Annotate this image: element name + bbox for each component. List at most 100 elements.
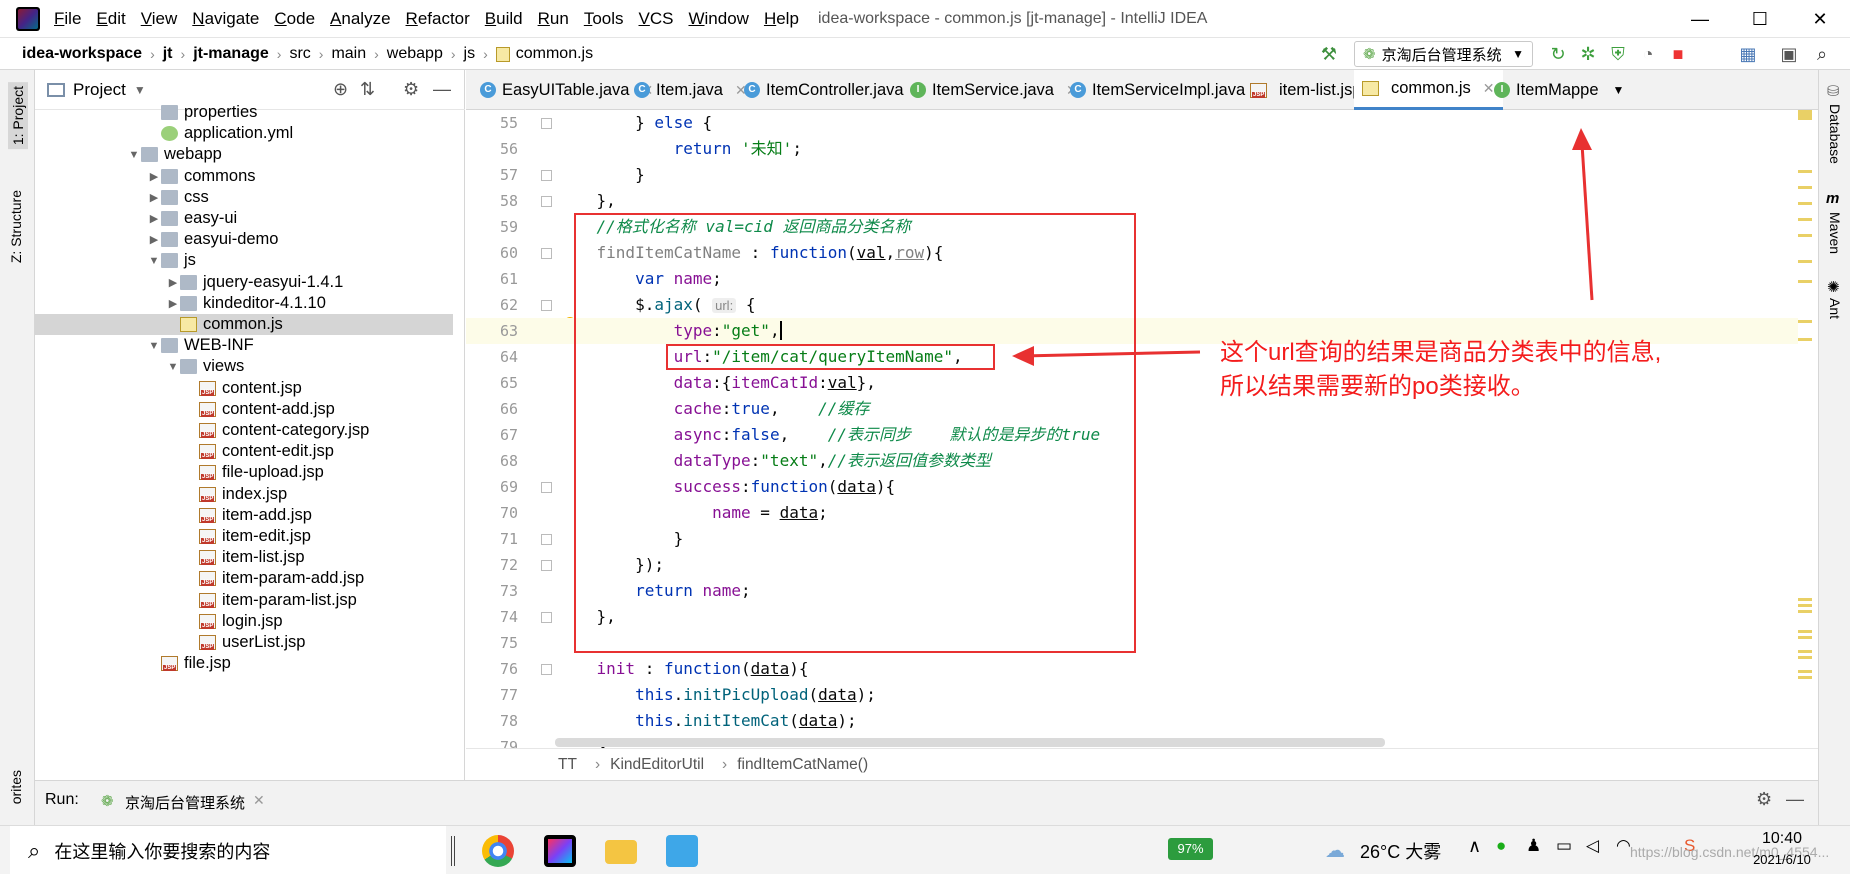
- warning-stripe-mark[interactable]: [1798, 338, 1812, 341]
- profile-icon[interactable]: ◔: [1637, 43, 1659, 65]
- menu-item-file[interactable]: File: [54, 9, 81, 29]
- gear-icon[interactable]: ⚙: [403, 79, 419, 100]
- tree-item[interactable]: content-category.jsp: [35, 420, 453, 441]
- menu-item-vcs[interactable]: VCS: [639, 9, 674, 29]
- warning-stripe-mark[interactable]: [1798, 650, 1812, 653]
- tree-item[interactable]: common.js: [35, 314, 453, 335]
- tree-item[interactable]: ▼ webapp: [35, 144, 453, 165]
- chevron-down-icon[interactable]: ▼: [147, 255, 161, 267]
- project-tool-button[interactable]: 1: Project: [8, 82, 28, 150]
- close-button[interactable]: ✕: [1790, 0, 1850, 38]
- editor-tab[interactable]: I ItemMappe ▼: [1486, 70, 1632, 110]
- chevron-right-icon[interactable]: ▶: [147, 191, 161, 204]
- warning-stripe-mark[interactable]: [1798, 234, 1812, 237]
- menu-item-refactor[interactable]: Refactor: [406, 9, 470, 29]
- tree-item[interactable]: login.jsp: [35, 611, 453, 632]
- battery-icon[interactable]: ▭: [1556, 836, 1572, 856]
- warning-stripe-mark[interactable]: [1798, 630, 1812, 633]
- run-tab-label[interactable]: 京淘后台管理系统: [125, 792, 245, 813]
- tree-item[interactable]: content.jsp: [35, 378, 453, 399]
- database-tool-button[interactable]: Database: [1827, 104, 1843, 164]
- fold-marker-icon[interactable]: [541, 482, 552, 493]
- project-panel-title[interactable]: Project: [73, 80, 126, 100]
- tree-item[interactable]: ▶ css: [35, 187, 453, 208]
- taskbar-search[interactable]: ⌕ 在这里输入你要搜索的内容: [10, 826, 446, 874]
- clock-time[interactable]: 10:40: [1742, 830, 1822, 848]
- breadcrumb-item[interactable]: jt-manage: [193, 45, 269, 63]
- qq-icon[interactable]: ♟: [1526, 836, 1541, 856]
- warning-stripe-mark[interactable]: [1798, 170, 1812, 173]
- tree-item[interactable]: ▶ easy-ui: [35, 208, 453, 229]
- fold-marker-icon[interactable]: [541, 300, 552, 311]
- hide-panel-icon[interactable]: —: [1786, 789, 1804, 810]
- wechat-icon[interactable]: ●: [1496, 836, 1506, 856]
- warning-stripe-mark[interactable]: [1798, 676, 1812, 679]
- breadcrumb-item[interactable]: idea-workspace: [22, 45, 142, 63]
- tree-item[interactable]: item-param-list.jsp: [35, 590, 453, 611]
- chevron-down-icon[interactable]: ▼: [166, 361, 180, 373]
- menu-item-navigate[interactable]: Navigate: [192, 9, 259, 29]
- editor-horizontal-scrollbar[interactable]: [555, 738, 1385, 747]
- breadcrumb-item[interactable]: jt: [163, 45, 173, 63]
- weather-text[interactable]: 26°C 大雾: [1360, 838, 1441, 864]
- hide-panel-icon[interactable]: —: [433, 79, 451, 100]
- fold-marker-icon[interactable]: [541, 248, 552, 259]
- tree-item[interactable]: item-add.jsp: [35, 505, 453, 526]
- menu-item-window[interactable]: Window: [688, 9, 748, 29]
- menu-item-help[interactable]: Help: [764, 9, 799, 29]
- tree-item[interactable]: ▶ easyui-demo: [35, 229, 453, 250]
- chevron-right-icon[interactable]: ▶: [147, 212, 161, 225]
- menu-item-view[interactable]: View: [141, 9, 178, 29]
- tree-item[interactable]: ▼ views: [35, 356, 453, 377]
- tree-item[interactable]: file-upload.jsp: [35, 462, 453, 483]
- tree-item[interactable]: ▼ js: [35, 250, 453, 271]
- warning-stripe-mark[interactable]: [1798, 218, 1812, 221]
- chevron-right-icon[interactable]: ▶: [166, 297, 180, 310]
- breadcrumb-item[interactable]: src: [289, 45, 310, 63]
- hammer-build-icon[interactable]: ⚒: [1318, 43, 1340, 65]
- breadcrumb-item[interactable]: common.js: [516, 45, 593, 63]
- tree-item[interactable]: ▶ kindeditor-4.1.10: [35, 293, 453, 314]
- tree-item[interactable]: index.jsp: [35, 484, 453, 505]
- project-structure-icon[interactable]: ▦: [1737, 43, 1759, 65]
- menu-item-tools[interactable]: Tools: [584, 9, 624, 29]
- menu-item-analyze[interactable]: Analyze: [330, 9, 390, 29]
- wifi-icon[interactable]: ◠: [1616, 836, 1631, 856]
- chevron-down-icon[interactable]: ▼: [1613, 83, 1625, 97]
- editor-breadcrumb-item[interactable]: findItemCatName(): [737, 756, 868, 774]
- breadcrumb-item[interactable]: webapp: [387, 45, 443, 63]
- favorites-tool-button[interactable]: orites: [8, 770, 24, 804]
- warning-stripe-mark[interactable]: [1798, 604, 1812, 607]
- collapse-all-icon[interactable]: ⇅: [360, 79, 375, 100]
- menu-item-run[interactable]: Run: [538, 9, 569, 29]
- fold-marker-icon[interactable]: [541, 118, 552, 129]
- warning-stripe-mark[interactable]: [1798, 598, 1812, 601]
- media-player-icon[interactable]: [666, 835, 698, 867]
- chevron-right-icon[interactable]: ▶: [147, 170, 161, 183]
- warning-stripe-mark[interactable]: [1798, 186, 1812, 189]
- tree-item[interactable]: application.yml: [35, 123, 453, 144]
- tree-item[interactable]: ▶ commons: [35, 166, 453, 187]
- chevron-down-icon[interactable]: ▼: [134, 83, 146, 97]
- minimize-button[interactable]: —: [1670, 0, 1730, 38]
- tree-item[interactable]: ▼ WEB-INF: [35, 335, 453, 356]
- tree-item[interactable]: item-param-add.jsp: [35, 568, 453, 589]
- tree-item[interactable]: content-edit.jsp: [35, 441, 453, 462]
- battery-indicator[interactable]: 97%: [1168, 838, 1213, 860]
- maximize-button[interactable]: ☐: [1730, 0, 1790, 38]
- warning-stripe-mark[interactable]: [1798, 202, 1812, 205]
- debug-icon[interactable]: ✲: [1577, 43, 1599, 65]
- breadcrumb-item[interactable]: main: [331, 45, 366, 63]
- tree-item[interactable]: userList.jsp: [35, 632, 453, 653]
- editor-tab[interactable]: IItemService.java✕: [902, 70, 1086, 110]
- tree-item[interactable]: file.jsp: [35, 653, 453, 674]
- chevron-down-icon[interactable]: ▼: [147, 340, 161, 352]
- warning-stripe-mark[interactable]: [1798, 636, 1812, 639]
- editor-breadcrumb-item[interactable]: KindEditorUtil: [610, 756, 704, 774]
- menu-item-code[interactable]: Code: [274, 9, 315, 29]
- chevron-down-icon[interactable]: ▼: [127, 149, 141, 161]
- clock-date[interactable]: 2021/6/10: [1742, 852, 1822, 867]
- search-everywhere-icon[interactable]: ⌕: [1811, 43, 1833, 65]
- file-explorer-icon[interactable]: [605, 840, 637, 864]
- warning-stripe-mark[interactable]: [1798, 260, 1812, 263]
